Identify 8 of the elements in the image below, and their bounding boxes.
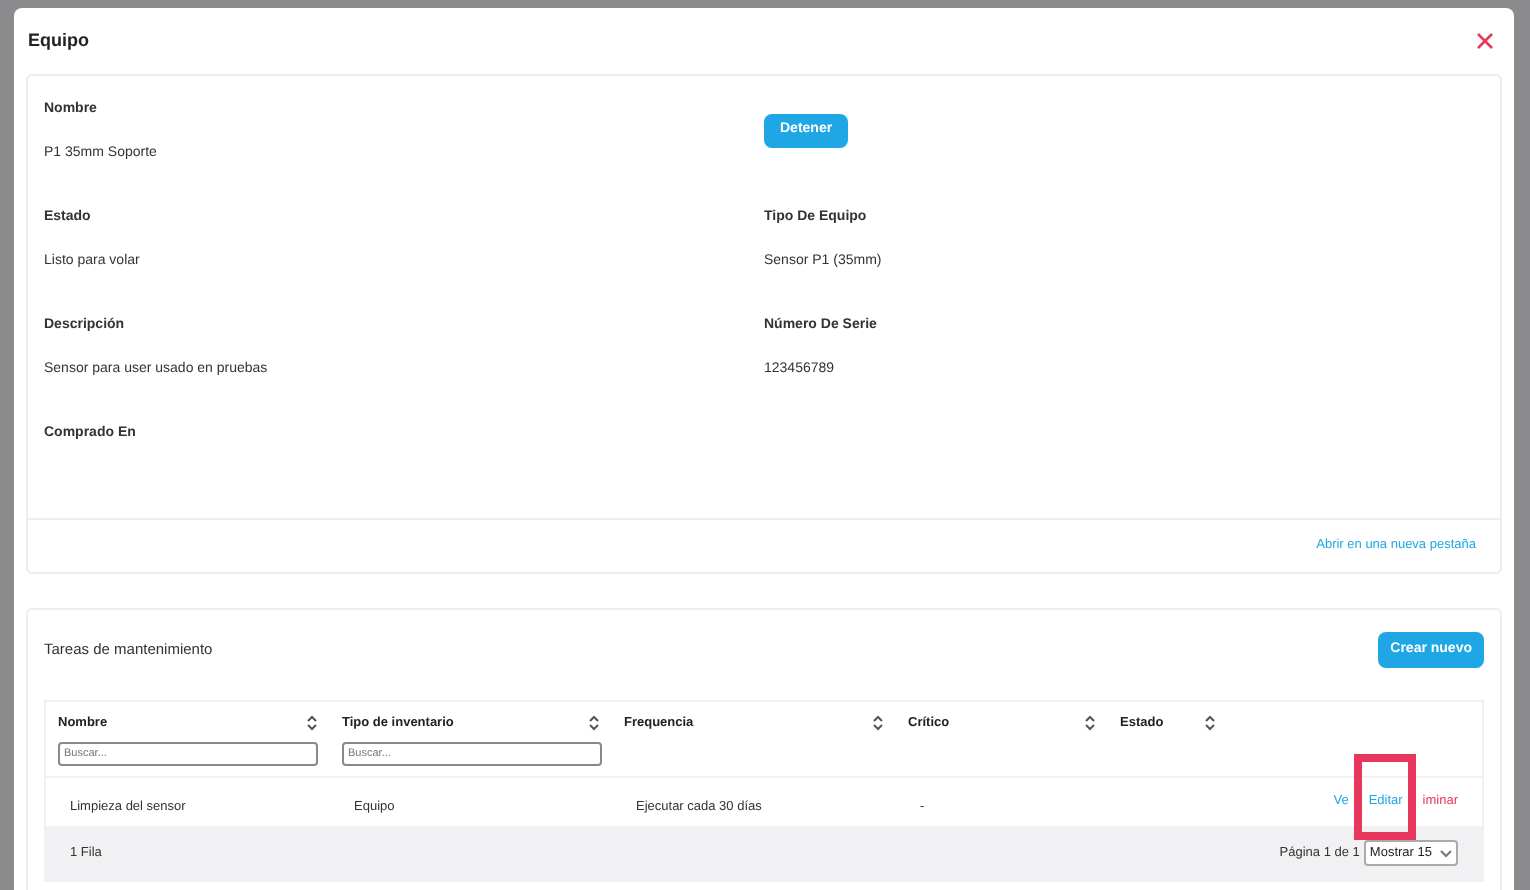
- chevron-down-icon: [1440, 849, 1452, 857]
- modal-title: Equipo: [28, 27, 89, 54]
- sort-icon[interactable]: [1204, 714, 1216, 733]
- sort-icon[interactable]: [588, 714, 600, 733]
- sort-icon[interactable]: [306, 714, 318, 733]
- close-icon[interactable]: [1476, 32, 1494, 50]
- sort-icon[interactable]: [872, 714, 884, 733]
- sort-icon[interactable]: [1084, 714, 1096, 733]
